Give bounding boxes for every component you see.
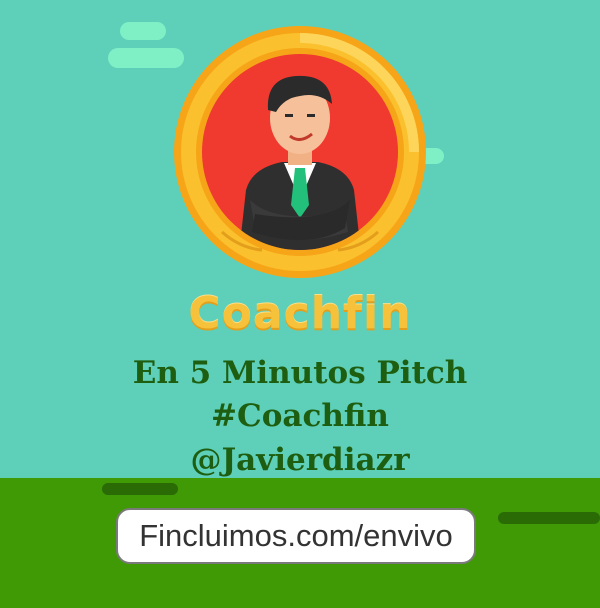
ground-dash [102,483,178,495]
businessman-coin-icon [174,26,426,278]
headline-handle: @Javierdiazr [190,442,410,478]
headline-hashtag: #Coachfin [211,398,389,434]
headline-line-1: En 5 Minutos Pitch [132,355,468,391]
ground-dash [498,512,600,524]
brand-title: Coachfin [188,288,412,339]
website-link-text: Fincluimos.com/envivo [139,518,453,553]
website-link-box[interactable]: Fincluimos.com/envivo [116,508,476,564]
